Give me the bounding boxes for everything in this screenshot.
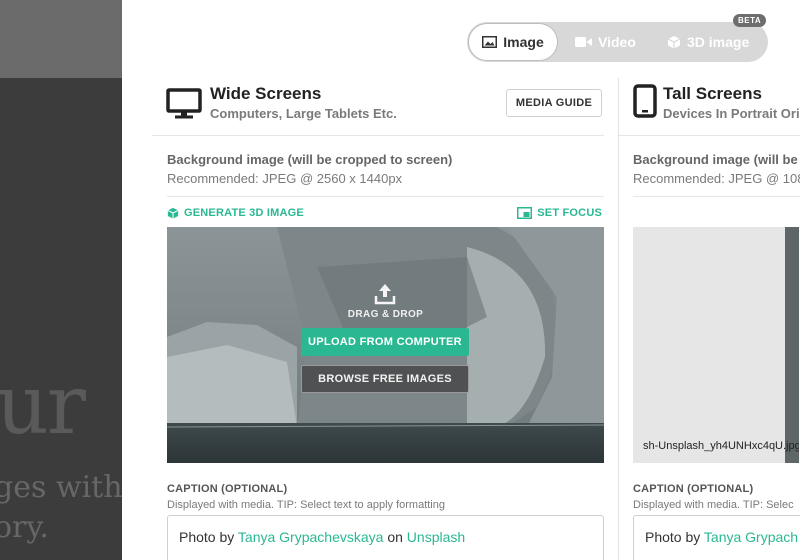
tall-caption-prefix: Photo by [645, 529, 704, 545]
cube-icon [167, 207, 179, 219]
media-type-switch: Image Video 3D image BETA [467, 14, 768, 62]
caption-author-link[interactable]: Tanya Grypachevskaya [238, 529, 384, 545]
tab-image[interactable]: Image [468, 23, 558, 61]
browse-free-images-button[interactable]: BROWSE FREE IMAGES [301, 365, 469, 393]
wide-screens-title: Wide Screens [210, 84, 322, 103]
tall-background-image-label: Background image (will be [633, 152, 798, 167]
background-image-dropzone[interactable]: DRAG & DROP UPLOAD FROM COMPUTER BROWSE … [167, 227, 604, 463]
media-guide-button[interactable]: MEDIA GUIDE [506, 89, 602, 117]
tall-background-image-preview[interactable]: sh-Unsplash_yh4UNHxc4qU.jpg [633, 227, 799, 463]
caption-middle: on [383, 529, 407, 545]
background-text-fragment-1: ges with [0, 470, 122, 505]
video-camera-icon [575, 37, 592, 47]
monitor-icon [166, 88, 202, 119]
phone-icon [633, 84, 657, 118]
background-heading-fragment: ur [0, 358, 86, 453]
media-editor-panel: Image Video 3D image BETA Wide Screens C… [122, 0, 800, 560]
caption-source-link[interactable]: Unsplash [407, 529, 465, 545]
wide-screens-section: Wide Screens Computers, Large Tablets Et… [152, 78, 604, 560]
wide-screens-subtitle: Computers, Large Tablets Etc. [210, 106, 397, 121]
tall-screens-header: Tall Screens Devices In Portrait Ori [619, 78, 800, 136]
tall-caption-input[interactable]: Photo by Tanya Grypach [633, 515, 800, 560]
upload-icon [374, 284, 396, 305]
upload-controls: DRAG & DROP UPLOAD FROM COMPUTER BROWSE … [167, 227, 604, 463]
tall-caption-label: CAPTION (OPTIONAL) [633, 483, 754, 495]
background-header [0, 0, 122, 78]
tall-screens-subtitle: Devices In Portrait Ori [663, 106, 800, 121]
tab-video-label: Video [598, 34, 636, 50]
set-focus-link[interactable]: SET FOCUS [517, 207, 602, 219]
tall-image-filename: sh-Unsplash_yh4UNHxc4qU.jpg [643, 440, 799, 452]
tall-caption-author-link[interactable]: Tanya Grypach [704, 529, 798, 545]
image-actions-bar: GENERATE 3D IMAGE SET FOCUS [167, 196, 604, 226]
background-image-recommendation: Recommended: JPEG @ 2560 x 1440px [167, 171, 403, 186]
caption-input[interactable]: Photo by Tanya Grypachevskaya on Unsplas… [167, 515, 604, 560]
tall-caption-tip: Displayed with media. TIP: Selec [633, 499, 794, 511]
set-focus-label: SET FOCUS [537, 207, 602, 219]
tall-screens-section: Tall Screens Devices In Portrait Ori Bac… [618, 78, 800, 560]
caption-label: CAPTION (OPTIONAL) [167, 483, 288, 495]
upload-from-computer-button[interactable]: UPLOAD FROM COMPUTER [301, 328, 469, 356]
caption-prefix: Photo by [179, 529, 238, 545]
tab-3d-image-label: 3D image [687, 34, 750, 50]
drag-drop-label: DRAG & DROP [347, 309, 424, 320]
generate-3d-image-label: GENERATE 3D IMAGE [184, 207, 304, 219]
tab-3d-image[interactable]: 3D image [667, 22, 749, 62]
background-text-fragment-2: ory. [0, 510, 49, 545]
tab-video[interactable]: Video [575, 22, 636, 62]
beta-badge: BETA [733, 14, 767, 27]
generate-3d-image-link[interactable]: GENERATE 3D IMAGE [167, 207, 304, 219]
tall-image-actions-bar [633, 196, 800, 226]
background-image-label: Background image (will be cropped to scr… [167, 152, 453, 167]
wide-screens-header: Wide Screens Computers, Large Tablets Et… [152, 78, 604, 136]
tall-screens-title: Tall Screens [663, 84, 762, 103]
tall-image-strip [785, 227, 799, 463]
image-icon [482, 36, 498, 48]
tab-image-label: Image [503, 34, 544, 50]
caption-tip: Displayed with media. TIP: Select text t… [167, 499, 445, 511]
tall-background-image-recommendation: Recommended: JPEG @ 108 [633, 171, 800, 186]
background-page: ur ges with ory. [0, 0, 122, 560]
focus-icon [517, 207, 533, 219]
cube-icon [667, 36, 681, 49]
